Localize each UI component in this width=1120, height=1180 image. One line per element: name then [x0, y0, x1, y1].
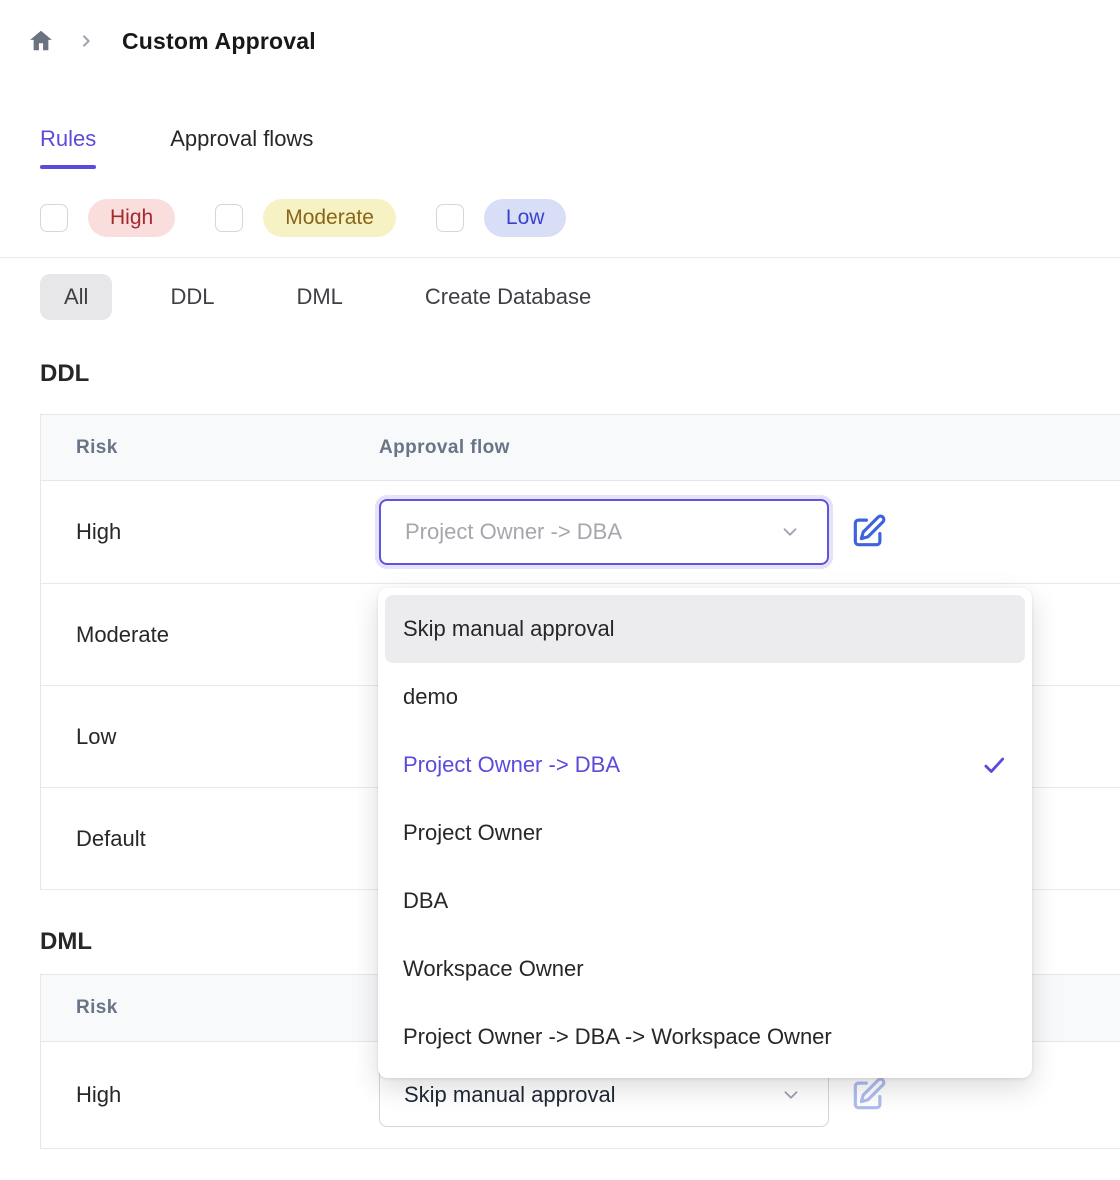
chevron-right-icon — [78, 33, 94, 49]
category-tab-create-database[interactable]: Create Database — [401, 274, 615, 320]
dropdown-option-demo[interactable]: demo — [385, 663, 1025, 731]
option-label: Project Owner -> DBA -> Workspace Owner — [403, 1024, 832, 1050]
dropdown-option-project-owner-dba-workspace-owner[interactable]: Project Owner -> DBA -> Workspace Owner — [385, 1003, 1025, 1071]
ddl-high-flow-select[interactable]: Project Owner -> DBA — [379, 499, 829, 565]
option-label: Workspace Owner — [403, 956, 584, 982]
risk-label: Moderate — [41, 622, 379, 648]
low-badge: Low — [484, 199, 567, 237]
risk-filter-high: High — [40, 199, 175, 237]
option-label: DBA — [403, 888, 448, 914]
risk-filter-moderate: Moderate — [215, 199, 396, 237]
edit-flow-button[interactable] — [849, 513, 887, 551]
tab-approval-flows[interactable]: Approval flows — [170, 126, 313, 169]
page-title: Custom Approval — [122, 28, 316, 55]
edit-icon — [849, 513, 887, 551]
column-header-approval-flow: Approval flow — [379, 437, 510, 459]
column-header-risk: Risk — [41, 997, 379, 1019]
risk-filter-low: Low — [436, 199, 567, 237]
edit-flow-button[interactable] — [849, 1076, 887, 1114]
option-label: Project Owner — [403, 820, 542, 846]
select-value: Project Owner -> DBA — [405, 519, 622, 545]
chevron-down-icon — [780, 1084, 802, 1106]
approval-flow-dropdown: Skip manual approval demo Project Owner … — [378, 588, 1032, 1078]
main-tabs: Rules Approval flows — [40, 126, 1120, 169]
tab-rules[interactable]: Rules — [40, 126, 96, 169]
dropdown-option-project-owner-dba[interactable]: Project Owner -> DBA — [385, 731, 1025, 799]
section-title-ddl: DDL — [40, 360, 1120, 388]
risk-label: High — [41, 1082, 379, 1108]
tab-rules-label: Rules — [40, 126, 96, 165]
table-row-ddl-high: High Project Owner -> DBA — [41, 481, 1120, 584]
risk-filter-row: High Moderate Low — [40, 199, 1120, 237]
edit-icon — [849, 1076, 887, 1114]
low-checkbox[interactable] — [436, 204, 464, 232]
tab-approval-flows-label: Approval flows — [170, 126, 313, 165]
high-badge: High — [88, 199, 175, 237]
category-tab-ddl[interactable]: DDL — [146, 274, 238, 320]
approval-flow-cell: Project Owner -> DBA — [379, 499, 887, 565]
custom-approval-page: Custom Approval Rules Approval flows Hig… — [0, 0, 1120, 1180]
moderate-checkbox[interactable] — [215, 204, 243, 232]
select-value: Skip manual approval — [404, 1082, 616, 1108]
ddl-table-header: Risk Approval flow — [41, 414, 1120, 481]
check-icon — [981, 752, 1007, 778]
chevron-down-icon — [779, 521, 801, 543]
option-label: Project Owner -> DBA — [403, 752, 620, 778]
dropdown-option-workspace-owner[interactable]: Workspace Owner — [385, 935, 1025, 1003]
dropdown-option-skip-manual-approval[interactable]: Skip manual approval — [385, 595, 1025, 663]
home-icon[interactable] — [28, 28, 54, 54]
risk-label: Default — [41, 826, 379, 852]
category-tabs: All DDL DML Create Database — [40, 274, 1120, 320]
risk-label: Low — [41, 724, 379, 750]
category-tab-all[interactable]: All — [40, 274, 112, 320]
breadcrumb: Custom Approval — [0, 0, 1120, 58]
horizontal-divider — [0, 257, 1120, 258]
dropdown-option-dba[interactable]: DBA — [385, 867, 1025, 935]
dropdown-option-project-owner[interactable]: Project Owner — [385, 799, 1025, 867]
category-tab-dml[interactable]: DML — [272, 274, 366, 320]
column-header-risk: Risk — [41, 437, 379, 459]
option-label: Skip manual approval — [403, 616, 615, 642]
active-tab-underline — [40, 165, 96, 169]
high-checkbox[interactable] — [40, 204, 68, 232]
moderate-badge: Moderate — [263, 199, 396, 237]
option-label: demo — [403, 684, 458, 710]
risk-label: High — [41, 519, 379, 545]
